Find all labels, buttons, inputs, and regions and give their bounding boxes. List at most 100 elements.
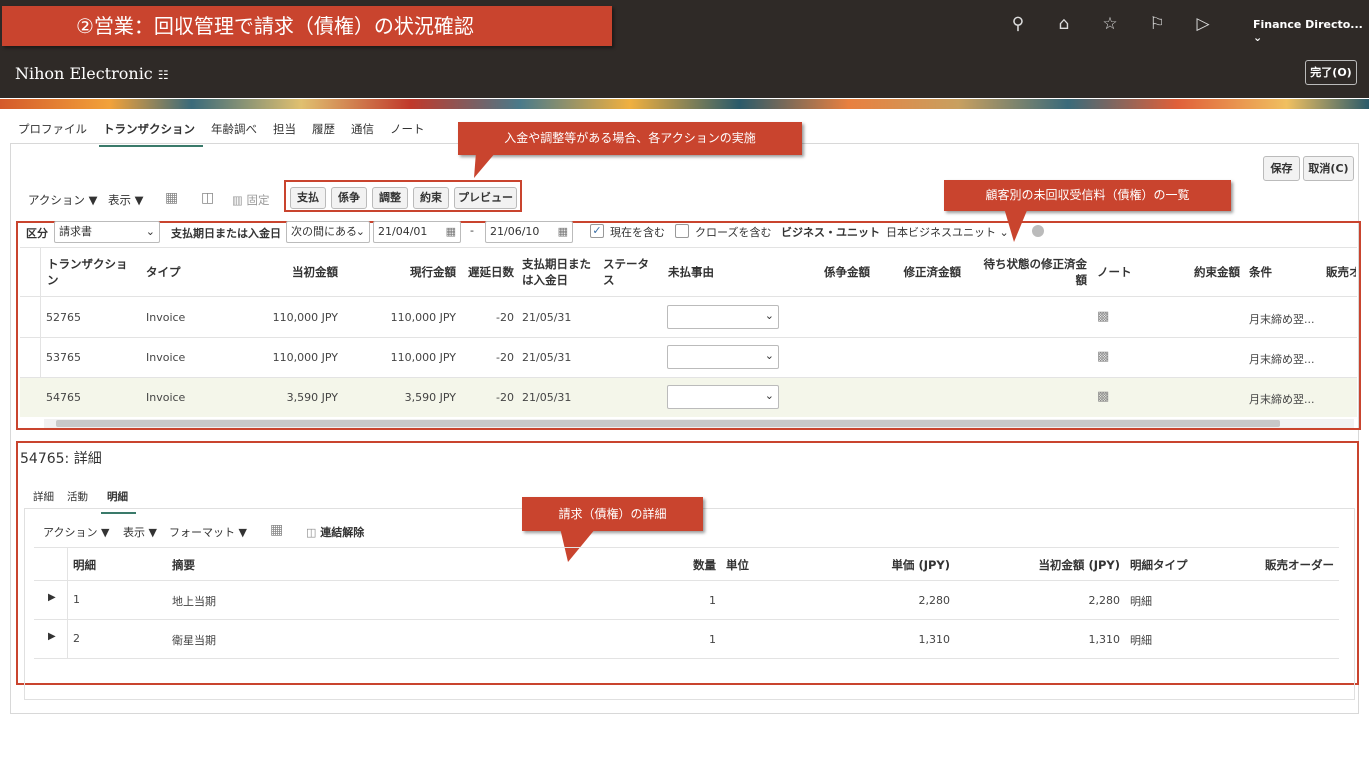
col-line[interactable]: 明細 (73, 557, 96, 573)
hierarchy-icon[interactable]: ☷ (158, 68, 169, 82)
col-notes[interactable]: ノート (1097, 264, 1132, 280)
col-transaction[interactable]: トランザクション (47, 256, 137, 288)
line-number: 2 (73, 632, 80, 645)
flag-icon[interactable]: ⚐ (1147, 14, 1167, 34)
col-unit-price[interactable]: 単価 (JPY) (830, 557, 950, 573)
col-status[interactable]: ステータス (603, 256, 653, 288)
table-row[interactable]: 52765 Invoice 110,000 JPY 110,000 JPY -2… (20, 297, 1357, 337)
line-type: 明細 (1130, 634, 1152, 647)
business-unit-select[interactable]: 日本ビジネスユニット ⌄ (886, 224, 1009, 240)
col-promise-amount[interactable]: 約束金額 (1170, 264, 1240, 280)
include-current-checkbox[interactable]: ✓ (590, 224, 604, 238)
search-icon[interactable]: ⚲ (1008, 14, 1028, 34)
days-late: -20 (496, 391, 514, 404)
done-button[interactable]: 完了(O) (1305, 60, 1357, 85)
date-operator-select[interactable]: 次の間にある ⌄ (286, 221, 370, 243)
payment-terms: 月末締め翌... (1249, 313, 1315, 326)
note-icon[interactable]: ▩ (1097, 389, 1109, 404)
chevron-down-icon: ⌄ (1253, 31, 1263, 44)
clear-icon[interactable] (1032, 225, 1044, 237)
note-icon[interactable]: ▩ (1097, 349, 1109, 364)
category-select[interactable]: 請求書 ⌄ (54, 221, 160, 243)
payment-button[interactable]: 支払 (290, 187, 326, 209)
promise-button[interactable]: 約束 (413, 187, 449, 209)
col-dispute-amount[interactable]: 係争金額 (800, 264, 870, 280)
current-amount: 3,590 JPY (404, 391, 456, 404)
adjust-button[interactable]: 調整 (372, 187, 408, 209)
user-menu[interactable]: Finance Directo... ⌄ (1253, 18, 1369, 44)
unpaid-reason-select[interactable]: ⌄ (667, 345, 779, 369)
table-row[interactable]: ▶ 1 地上当期 1 2,280 2,280 明細 (34, 581, 1339, 619)
transaction-type: Invoice (146, 391, 186, 404)
detail-format-menu[interactable]: フォーマット ▼ (169, 524, 247, 540)
dispute-button[interactable]: 係争 (331, 187, 367, 209)
actions-menu[interactable]: アクション ▼ (28, 192, 97, 208)
line-quantity: 1 (709, 594, 716, 607)
transaction-number[interactable]: 52765 (46, 311, 81, 324)
calendar-icon[interactable]: ▦ (446, 222, 456, 242)
horizontal-scrollbar[interactable] (44, 419, 1354, 428)
home-icon[interactable]: ⌂ (1054, 14, 1074, 34)
callout-list: 顧客別の未回収受信料（債権）の一覧 (944, 180, 1231, 211)
unpaid-reason-select[interactable]: ⌄ (667, 385, 779, 409)
col-original-amount[interactable]: 当初金額 (238, 264, 338, 280)
calendar-icon[interactable]: ▦ (558, 222, 568, 242)
chevron-down-icon: ⌄ (764, 309, 774, 322)
due-date: 21/05/31 (522, 311, 572, 324)
columns-icon[interactable]: ▦ (165, 190, 178, 206)
date-from-input[interactable]: 21/04/01 ▦ (373, 221, 461, 243)
notifications-icon[interactable]: ▷ (1193, 14, 1213, 34)
detail-view-menu[interactable]: 表示 ▼ (123, 524, 157, 540)
date-filter-label: 支払期日または入金日 (171, 227, 281, 240)
col-quantity[interactable]: 数量 (680, 557, 716, 573)
col-terms[interactable]: 条件 (1249, 264, 1272, 280)
col-unit[interactable]: 単位 (726, 557, 749, 573)
view-menu[interactable]: 表示 ▼ (108, 192, 144, 208)
caret-down-icon: ▼ (100, 526, 110, 539)
unpaid-reason-select[interactable]: ⌄ (667, 305, 779, 329)
col-adjusted-amount[interactable]: 修正済金額 (880, 264, 962, 280)
cancel-button[interactable]: 取消(C) (1303, 156, 1354, 181)
col-current-amount[interactable]: 現行金額 (356, 264, 456, 280)
caret-down-icon: ▼ (134, 193, 144, 207)
preview-button[interactable]: プレビュー (454, 187, 517, 209)
col-pending-adjusted[interactable]: 待ち状態の修正済金額 (975, 256, 1088, 288)
favorite-star-icon[interactable]: ☆ (1100, 14, 1120, 34)
transaction-type: Invoice (146, 311, 186, 324)
expand-triangle-icon[interactable]: ▶ (48, 592, 56, 603)
columns-icon[interactable]: ▦ (270, 522, 283, 538)
transaction-number[interactable]: 54765 (46, 391, 81, 404)
col-unpaid-reason[interactable]: 未払事由 (668, 264, 714, 280)
detail-actions-menu[interactable]: アクション ▼ (43, 524, 109, 540)
col-sales-order[interactable]: 販売オ (1326, 264, 1356, 280)
table-row[interactable]: ▶ 2 衛星当期 1 1,310 1,310 明細 (34, 620, 1339, 658)
detach-button[interactable]: ◫ 連結解除 (306, 524, 364, 540)
current-amount: 110,000 JPY (390, 351, 456, 364)
scrollbar-thumb[interactable] (56, 420, 1280, 427)
original-amount: 110,000 JPY (272, 351, 338, 364)
save-button[interactable]: 保存 (1263, 156, 1300, 181)
include-closed-label: クローズを含む (695, 226, 772, 239)
col-line-type[interactable]: 明細タイプ (1130, 557, 1188, 573)
line-type: 明細 (1130, 595, 1152, 608)
include-current-label: 現在を含む (610, 226, 665, 239)
transaction-number[interactable]: 53765 (46, 351, 81, 364)
expand-triangle-icon[interactable]: ▶ (48, 631, 56, 642)
table-row[interactable]: 54765 Invoice 3,590 JPY 3,590 JPY -20 21… (20, 377, 1357, 417)
col-line-amount[interactable]: 当初金額 (JPY) (990, 557, 1120, 573)
include-closed-checkbox[interactable] (675, 224, 689, 238)
table-top-border (20, 247, 1357, 248)
date-to-input[interactable]: 21/06/10 ▦ (485, 221, 573, 243)
col-sales-order-detail[interactable]: 販売オーダー (1265, 557, 1334, 573)
col-days-late[interactable]: 遅延日数 (462, 264, 514, 280)
note-icon[interactable]: ▩ (1097, 309, 1109, 324)
table-row[interactable]: 53765 Invoice 110,000 JPY 110,000 JPY -2… (20, 337, 1357, 377)
col-description[interactable]: 摘要 (172, 557, 195, 573)
detach-icon[interactable]: ◫ (201, 190, 214, 206)
freeze-button[interactable]: ▥ 固定 (232, 192, 270, 208)
transaction-type: Invoice (146, 351, 186, 364)
decorative-banner (0, 99, 1369, 109)
caret-down-icon: ▼ (88, 193, 98, 207)
col-due-date[interactable]: 支払期日または入金日 (522, 256, 596, 288)
col-type[interactable]: タイプ (146, 264, 181, 280)
